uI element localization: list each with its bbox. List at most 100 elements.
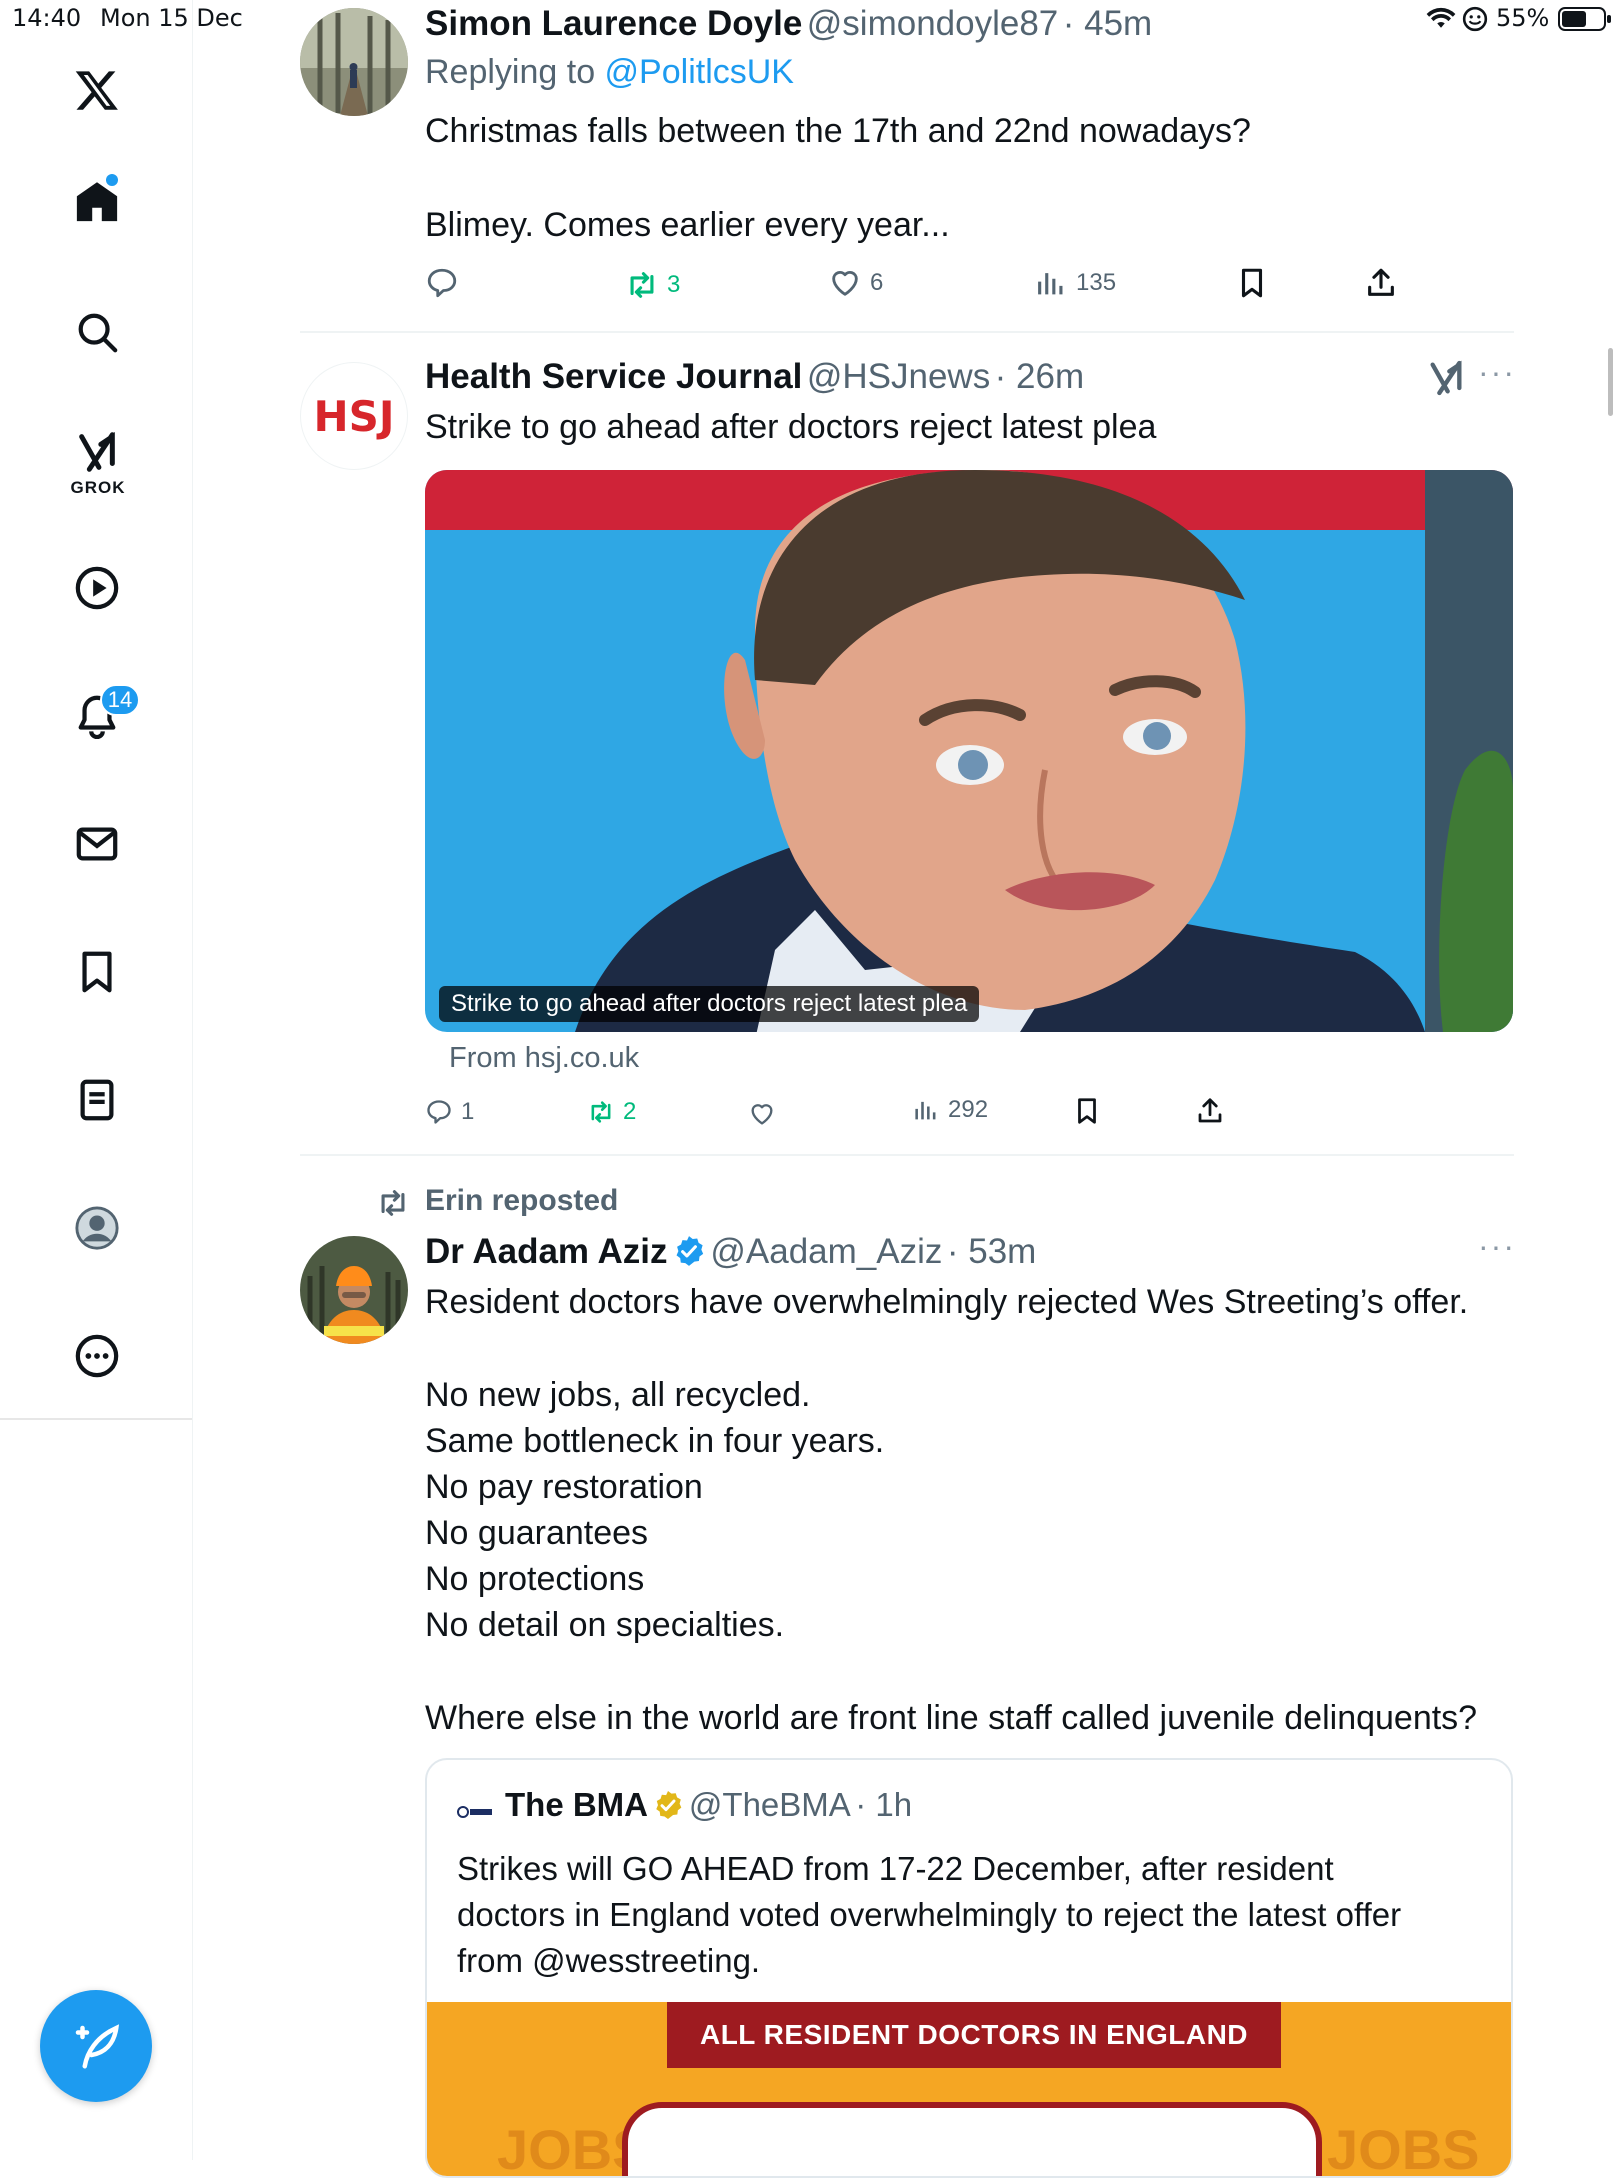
tweet2-avatar[interactable]: HSJ (300, 362, 408, 470)
quote-author-name: The BMA (505, 1786, 648, 1823)
share-icon (1368, 268, 1394, 296)
grok-icon[interactable] (71, 426, 123, 478)
link-card-caption: Strike to go ahead after doctors reject … (439, 986, 980, 1022)
reposted-by-label[interactable]: Erin reposted (425, 1184, 618, 1218)
tweet3-time: · 53m (946, 1232, 1037, 1271)
quote-banner: ALL RESIDENT DOCTORS IN ENGLAND (667, 2002, 1281, 2068)
reply-count: 1 (461, 1098, 475, 1125)
heart-icon (751, 1104, 773, 1125)
scrollbar-thumb[interactable] (1608, 348, 1613, 416)
grok-explain-icon[interactable] (1426, 358, 1466, 398)
news-photo (425, 470, 1513, 1032)
tweet1-author-name[interactable]: Simon Laurence Doyle (425, 4, 802, 43)
views-button[interactable]: 135 (1034, 266, 1116, 300)
x-logo-icon[interactable] (71, 64, 123, 116)
tweet1-header: Simon Laurence Doyle @simondoyle87 · 45m (425, 4, 1152, 44)
battery-icon (1558, 6, 1612, 32)
tweet1-replying-to: Replying to @PolitlcsUK (425, 53, 794, 92)
quote-text: Strikes will GO AHEAD from 17-22 Decembe… (457, 1846, 1401, 1984)
repost-icon (630, 272, 654, 298)
tweet3-text-line: No new jobs, all recycled. (425, 1376, 811, 1414)
notifications-badge: 14 (100, 684, 140, 716)
grok-label: GROK (70, 478, 126, 497)
tweet1-text-line: Blimey. Comes earlier every year... (425, 206, 950, 244)
tweet1-time: · 45m (1062, 4, 1153, 43)
gold-verified-badge-icon (656, 1791, 682, 1819)
tweet3-header: Dr Aadam Aziz @Aadam_Aziz · 53m (425, 1232, 1036, 1272)
more-options-icon[interactable] (71, 1330, 123, 1382)
tweet2-more-icon[interactable]: ··· (1478, 354, 1516, 391)
tweet3-avatar[interactable] (300, 1236, 408, 1344)
compose-post-button[interactable] (40, 1990, 152, 2102)
profile-avatar-icon[interactable] (71, 1202, 123, 1254)
bookmark-button[interactable] (1072, 1096, 1102, 1126)
reply-icon (427, 1100, 451, 1124)
quote-image-white-box (622, 2102, 1322, 2176)
like-button[interactable]: 6 (828, 266, 883, 300)
repost-count: 3 (667, 271, 681, 298)
view-count: 135 (1076, 269, 1117, 296)
battery-percent: 55% (1496, 4, 1550, 32)
video-icon[interactable] (71, 562, 123, 614)
tweet2-time: · 26m (994, 357, 1085, 396)
sidebar-divider (0, 1418, 192, 1420)
replying-to-link[interactable]: @PolitlcsUK (605, 53, 794, 91)
tweet3-handle[interactable]: @Aadam_Aziz (710, 1232, 942, 1271)
bookmark-button[interactable] (1235, 266, 1269, 300)
repost-button[interactable]: 2 (587, 1098, 636, 1126)
bg-word-right: JOBS (1327, 2118, 1480, 2178)
wifi-icon (1426, 6, 1456, 32)
views-button[interactable]: 292 (912, 1096, 988, 1124)
hsj-logo-text: HSJ (313, 391, 395, 441)
quote-time: · 1h (855, 1786, 913, 1823)
tweet-separator (300, 1154, 1514, 1156)
link-card-source[interactable]: From hsj.co.uk (449, 1042, 639, 1075)
quote-tweet-card[interactable]: The BMA @TheBMA · 1h Strikes will GO AHE… (425, 1758, 1513, 2178)
views-chart-icon (1038, 273, 1063, 295)
search-icon[interactable] (71, 306, 123, 358)
tweet3-text-line: Same bottleneck in four years. (425, 1422, 885, 1460)
reply-button[interactable]: 1 (425, 1098, 474, 1126)
tweet3-more-icon[interactable]: ··· (1478, 1228, 1516, 1265)
bookmarks-icon[interactable] (71, 946, 123, 998)
share-button[interactable] (1364, 266, 1398, 300)
repost-icon (591, 1101, 611, 1123)
views-chart-icon (915, 1101, 936, 1120)
lists-icon[interactable] (71, 1074, 123, 1126)
view-count: 292 (948, 1096, 989, 1123)
quote-text-line: Strikes will GO AHEAD from 17-22 Decembe… (457, 1850, 1334, 1887)
quote-handle: @TheBMA (688, 1786, 851, 1823)
tweet2-handle[interactable]: @HSJnews (807, 357, 990, 396)
tweet2-author-name[interactable]: Health Service Journal (425, 357, 802, 396)
quote-media-image: JOBS JOBS ALL RESIDENT DOCTORS IN ENGLAN… (427, 2002, 1511, 2178)
share-icon (1198, 1098, 1222, 1123)
reply-button[interactable] (425, 266, 459, 300)
home-unread-dot (106, 174, 118, 186)
verified-badge-icon (676, 1236, 704, 1266)
tweet3-text-line: No guarantees (425, 1514, 649, 1552)
tweet3-text-line: Where else in the world are front line s… (425, 1699, 1478, 1737)
link-card-image[interactable]: Strike to go ahead after doctors reject … (425, 470, 1513, 1032)
tweet1-text-line: Christmas falls between the 17th and 22n… (425, 112, 1251, 150)
tweet1-handle[interactable]: @simondoyle87 (807, 4, 1059, 43)
replying-prefix: Replying to (425, 53, 605, 91)
bookmark-icon (1241, 268, 1263, 298)
tweet2-header: Health Service Journal @HSJnews · 26m (425, 357, 1084, 397)
heart-icon (832, 271, 858, 296)
tweet1-avatar[interactable] (300, 8, 408, 116)
repost-indicator-icon (376, 1186, 410, 1220)
tweet3-author-name[interactable]: Dr Aadam Aziz (425, 1232, 667, 1271)
repost-button[interactable]: 3 (625, 268, 680, 302)
tweet-separator (300, 331, 1514, 333)
bma-logo-icon (457, 1804, 493, 1820)
focus-icon (1462, 6, 1488, 32)
tweet2-text: Strike to go ahead after doctors reject … (425, 408, 1157, 446)
quote-header: The BMA @TheBMA · 1h (505, 1786, 912, 1824)
reply-icon (427, 268, 457, 298)
share-button[interactable] (1195, 1096, 1225, 1126)
messages-icon[interactable] (71, 818, 123, 870)
tweet3-text-line: Resident doctors have overwhelmingly rej… (425, 1283, 1469, 1321)
bookmark-icon (1078, 1098, 1096, 1124)
tweet3-text-line: No detail on specialties. (425, 1606, 785, 1644)
like-button[interactable] (748, 1100, 776, 1128)
